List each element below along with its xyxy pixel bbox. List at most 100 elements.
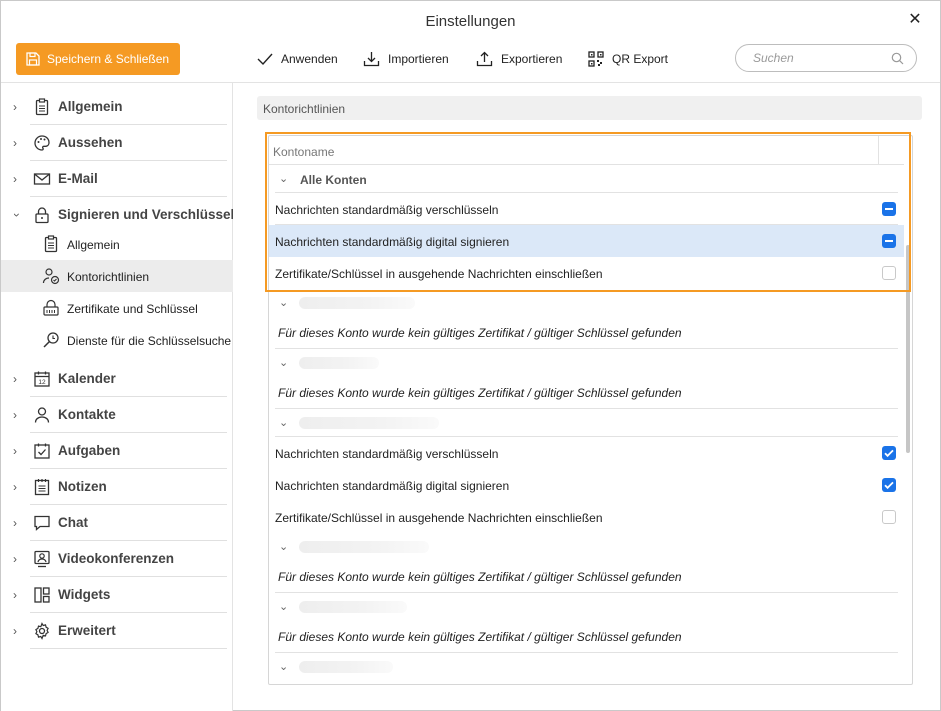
group-row-account[interactable]: ⌄: [269, 349, 904, 377]
sidebar-subitem-zertifikate[interactable]: Zertifikate und Schlüssel: [1, 292, 233, 324]
group-row-account[interactable]: ⌄: [269, 593, 904, 621]
table-row: Für dieses Konto wurde kein gültiges Zer…: [269, 317, 904, 349]
row-label: Zertifikate/Schlüssel in ausgehende Nach…: [275, 267, 603, 281]
chevron-right-icon: ›: [13, 172, 17, 186]
export-button[interactable]: Exportieren: [476, 49, 562, 69]
person-icon: [34, 407, 50, 423]
table-row-selected[interactable]: Nachrichten standardmäßig digital signie…: [269, 225, 904, 257]
save-and-close-button[interactable]: Speichern & Schließen: [16, 43, 180, 75]
group-row-account[interactable]: ⌄: [269, 409, 904, 437]
redacted-account-name: [299, 417, 439, 429]
table-row[interactable]: Nachrichten standardmäßig verschlüsseln: [269, 437, 904, 469]
sidebar-item-email[interactable]: › E-Mail: [1, 161, 233, 197]
group-row-account[interactable]: ⌄: [269, 653, 904, 681]
floppy-disk-icon: [26, 52, 40, 66]
group-row-account[interactable]: ⌄: [269, 289, 904, 317]
notes-icon: [34, 479, 50, 496]
sidebar-item-aufgaben[interactable]: › Aufgaben: [1, 433, 233, 469]
title-bar: Einstellungen ✕: [1, 1, 940, 41]
table-row[interactable]: Zertifikate/Schlüssel in ausgehende Nach…: [269, 501, 904, 533]
chevron-right-icon: ›: [13, 480, 17, 494]
save-button-label: Speichern & Schließen: [47, 52, 170, 66]
chevron-down-icon: ⌄: [279, 661, 289, 673]
sidebar-label: Aufgaben: [58, 443, 121, 458]
table-row: Für dieses Konto wurde kein gültiges Zer…: [269, 621, 904, 653]
sidebar-label: Chat: [58, 515, 88, 530]
qr-export-label: QR Export: [612, 52, 669, 66]
chevron-right-icon: ›: [13, 516, 17, 530]
export-icon: [476, 51, 493, 67]
sidebar-item-aussehen[interactable]: › Aussehen: [1, 125, 233, 161]
checkbox-indeterminate[interactable]: [882, 202, 896, 216]
row-message: Für dieses Konto wurde kein gültiges Zer…: [278, 570, 682, 584]
sidebar-sublabel: Kontorichtlinien: [67, 270, 150, 284]
chevron-down-icon: ⌄: [279, 417, 289, 429]
chevron-right-icon: ›: [13, 552, 17, 566]
sidebar-label: Erweitert: [58, 623, 116, 638]
sidebar-item-videokonferenzen[interactable]: › Videokonferenzen: [1, 541, 233, 577]
sidebar-subitem-kontorichtlinien[interactable]: Kontorichtlinien: [1, 260, 233, 292]
clipboard-icon: [44, 235, 58, 253]
group-row-account[interactable]: ⌄: [269, 533, 904, 561]
sidebar-label: Aussehen: [58, 135, 123, 150]
sidebar-label: E-Mail: [58, 171, 98, 186]
checkbox-unchecked[interactable]: [882, 510, 896, 524]
import-button[interactable]: Importieren: [363, 49, 449, 69]
checkbox-indeterminate[interactable]: [882, 234, 896, 248]
sidebar-label: Kontakte: [58, 407, 116, 422]
redacted-account-name: [299, 357, 379, 369]
chat-icon: [34, 515, 50, 531]
checkbox-checked[interactable]: [882, 446, 896, 460]
row-label: Nachrichten standardmäßig verschlüsseln: [275, 203, 499, 217]
checkmark-icon: [884, 481, 894, 490]
svg-text:12: 12: [38, 379, 46, 386]
certificate-icon: [43, 299, 59, 316]
key-search-icon: [43, 332, 59, 348]
section-title: Kontorichtlinien: [257, 96, 922, 120]
sidebar-label: Kalender: [58, 371, 116, 386]
sidebar-item-erweitert[interactable]: › Erweitert: [1, 613, 233, 649]
search-input[interactable]: [753, 51, 883, 65]
table-row[interactable]: Nachrichten standardmäßig digital signie…: [269, 469, 904, 501]
table-row[interactable]: Nachrichten standardmäßig verschlüsseln: [269, 193, 904, 225]
row-message: Für dieses Konto wurde kein gültiges Zer…: [278, 630, 682, 644]
sidebar-item-chat[interactable]: › Chat: [1, 505, 233, 541]
palette-icon: [34, 135, 50, 151]
chevron-down-icon: ›: [10, 213, 24, 217]
settings-sidebar: › Allgemein › Aussehen › E-Mail › Signie…: [1, 83, 233, 711]
sidebar-item-notizen[interactable]: › Notizen: [1, 469, 233, 505]
row-label: Zertifikate/Schlüssel in ausgehende Nach…: [275, 511, 603, 525]
checkbox-unchecked[interactable]: [882, 266, 896, 280]
chevron-right-icon: ›: [13, 444, 17, 458]
sidebar-sublabel: Allgemein: [67, 238, 120, 252]
vertical-scrollbar[interactable]: [906, 245, 910, 453]
sidebar-subitem-schluesselsuche[interactable]: Dienste für die Schlüsselsuche: [1, 324, 233, 356]
sidebar-item-allgemein[interactable]: › Allgemein: [1, 89, 233, 125]
table-row[interactable]: Zertifikate/Schlüssel in ausgehende Nach…: [269, 257, 904, 289]
sidebar-sublabel: Dienste für die Schlüsselsuche: [67, 334, 232, 348]
sidebar-subitem-allgemein[interactable]: Allgemein: [1, 228, 233, 260]
close-button[interactable]: ✕: [906, 11, 924, 29]
qr-export-button[interactable]: QR Export: [588, 49, 668, 69]
content-pane: Kontorichtlinien Kontoname ⌄ Alle Konten…: [234, 83, 940, 711]
lock-icon: [35, 207, 49, 224]
row-message: Für dieses Konto wurde kein gültiges Zer…: [278, 386, 682, 400]
toolbar: Speichern & Schließen Anwenden Importier…: [1, 41, 940, 82]
envelope-icon: [33, 173, 51, 185]
account-policy-table: Kontoname ⌄ Alle Konten Nachrichten stan…: [268, 135, 913, 685]
sidebar-item-kalender[interactable]: › 12 Kalender: [1, 361, 233, 397]
gear-icon: [35, 622, 49, 640]
chevron-right-icon: ›: [13, 372, 17, 386]
sidebar-item-widgets[interactable]: › Widgets: [1, 577, 233, 613]
redacted-account-name: [299, 661, 393, 673]
checkbox-checked[interactable]: [882, 478, 896, 492]
sidebar-label: Notizen: [58, 479, 107, 494]
sidebar-item-kontakte[interactable]: › Kontakte: [1, 397, 233, 433]
search-icon[interactable]: [891, 52, 904, 65]
sidebar-sublabel: Zertifikate und Schlüssel: [67, 302, 198, 316]
group-row-all-accounts[interactable]: ⌄ Alle Konten: [269, 165, 904, 193]
sidebar-label: Signieren und Verschlüsselung: [58, 207, 233, 222]
apply-button[interactable]: Anwenden: [257, 49, 338, 69]
column-header-kontoname[interactable]: Kontoname: [273, 145, 334, 159]
sidebar-label: Allgemein: [58, 99, 123, 114]
